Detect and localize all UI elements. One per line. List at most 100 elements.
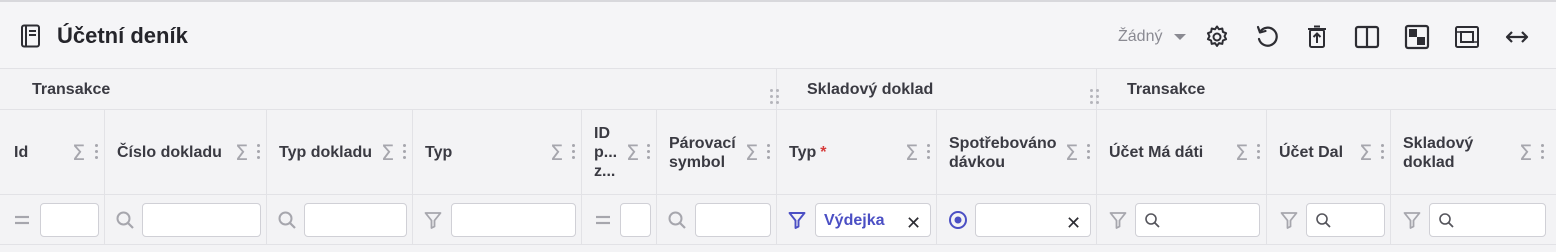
search-icon[interactable] xyxy=(115,210,135,230)
column-header-parovaci-symbol[interactable]: Párovací symbol Σ xyxy=(657,110,777,195)
filter-cell-ucet-dal xyxy=(1267,195,1391,245)
fit-icon[interactable] xyxy=(1454,24,1480,50)
column-header-typ[interactable]: Typ Σ xyxy=(413,110,582,195)
filter-input-ucet-ma-dati[interactable] xyxy=(1135,203,1260,237)
more-icon[interactable] xyxy=(1257,144,1260,160)
filter-input-spotrebovano-davkou[interactable]: ✕ xyxy=(975,203,1091,237)
column-header-ucet-dal[interactable]: Účet Dal Σ xyxy=(1267,110,1391,195)
column-header-typ-dokladu[interactable]: Typ dokladu Σ xyxy=(267,110,413,195)
more-icon[interactable] xyxy=(403,144,406,160)
search-icon[interactable] xyxy=(667,210,687,230)
sigma-icon[interactable]: Σ xyxy=(905,141,918,165)
chevron-down-icon[interactable] xyxy=(1174,34,1186,40)
equals-icon[interactable] xyxy=(12,210,32,230)
group-header-transakce: Transakce xyxy=(1127,81,1206,98)
filter-cell-ucet-ma-dati xyxy=(1097,195,1267,245)
more-icon[interactable] xyxy=(95,144,98,160)
column-label: Typ dokladu xyxy=(279,144,373,161)
column-header-id[interactable]: Id Σ xyxy=(0,110,105,195)
more-icon[interactable] xyxy=(1541,144,1544,160)
filter-cell-spotrebovano-davkou: ✕ xyxy=(937,195,1097,245)
column-header-typ-skladovy[interactable]: Typ * Σ xyxy=(777,110,937,195)
filter-input-typ[interactable] xyxy=(451,203,576,237)
filter-input-skladovy-doklad[interactable] xyxy=(1429,203,1546,237)
sigma-icon[interactable]: Σ xyxy=(1519,141,1532,165)
more-icon[interactable] xyxy=(647,144,650,160)
expand-width-icon[interactable] xyxy=(1504,24,1530,50)
filter-cell-typ-skladovy: Výdejka ✕ xyxy=(777,195,937,245)
filter-selected-value: Výdejka xyxy=(824,212,885,229)
group-header-transakce: Transakce xyxy=(32,81,111,98)
more-icon[interactable] xyxy=(927,144,930,160)
column-label: Účet Má dáti xyxy=(1109,144,1204,161)
search-icon xyxy=(1145,213,1160,228)
sigma-icon[interactable]: Σ xyxy=(1235,141,1248,165)
column-header-spotrebovano-davkou[interactable]: Spotřebováno dávkou Σ xyxy=(937,110,1097,195)
filter-input-typ-dokladu[interactable] xyxy=(304,203,407,237)
filter-input-id[interactable] xyxy=(40,203,99,237)
sigma-icon[interactable]: Σ xyxy=(550,141,563,165)
filter-cell-typ xyxy=(413,195,582,245)
filter-cell-typ-dokladu xyxy=(267,195,413,245)
close-icon[interactable]: ✕ xyxy=(906,213,921,234)
export-icon[interactable] xyxy=(1304,24,1330,50)
funnel-icon[interactable] xyxy=(423,210,443,230)
equals-icon[interactable] xyxy=(593,210,613,230)
group-header-skladovy-doklad: Skladový doklad xyxy=(807,81,934,98)
filter-input-ucet-dal[interactable] xyxy=(1306,203,1385,237)
filter-cell-parovaci-symbol xyxy=(657,195,777,245)
more-icon[interactable] xyxy=(257,144,260,160)
reset-icon[interactable] xyxy=(1254,24,1280,50)
column-header-id-parent[interactable]: ID p... z... Σ xyxy=(582,110,657,195)
filter-cell-id-parent xyxy=(582,195,657,245)
filter-cell-skladovy-doklad xyxy=(1391,195,1556,245)
sigma-icon[interactable]: Σ xyxy=(1359,141,1372,165)
funnel-icon[interactable] xyxy=(1402,210,1422,230)
search-icon xyxy=(1439,213,1454,228)
drag-handle-icon[interactable] xyxy=(1090,89,1100,105)
saved-filter-select[interactable]: Žádný xyxy=(1118,28,1162,46)
filter-input-id-parent[interactable] xyxy=(620,203,651,237)
column-header-cislo-dokladu[interactable]: Číslo dokladu Σ xyxy=(105,110,267,195)
search-icon[interactable] xyxy=(277,210,297,230)
column-label: Typ * xyxy=(789,110,827,195)
grid-body-edge xyxy=(0,245,1556,252)
funnel-icon[interactable] xyxy=(1108,210,1128,230)
column-label: Účet Dal xyxy=(1279,144,1344,161)
filter-input-parovaci-symbol[interactable] xyxy=(695,203,771,237)
search-icon xyxy=(1316,213,1331,228)
sigma-icon[interactable]: Σ xyxy=(1065,141,1078,165)
column-label-text: Typ xyxy=(789,144,817,161)
sigma-icon[interactable]: Σ xyxy=(626,141,639,165)
column-header-skladovy-doklad[interactable]: Skladový doklad Σ xyxy=(1391,110,1556,195)
column-label: Číslo dokladu xyxy=(117,144,222,161)
close-icon[interactable]: ✕ xyxy=(1066,213,1081,234)
page-title: Účetní deník xyxy=(57,23,188,48)
radio-icon[interactable] xyxy=(948,210,968,230)
more-icon[interactable] xyxy=(1381,144,1384,160)
funnel-icon[interactable] xyxy=(1279,210,1299,230)
more-icon[interactable] xyxy=(572,144,575,160)
column-group-row: Transakce Skladový doklad Transakce xyxy=(0,69,1556,110)
sigma-icon[interactable]: Σ xyxy=(235,141,248,165)
column-label: Id xyxy=(14,144,29,161)
filter-input-cislo-dokladu[interactable] xyxy=(142,203,261,237)
column-header-ucet-ma-dati[interactable]: Účet Má dáti Σ xyxy=(1097,110,1267,195)
filter-select-typ-skladovy[interactable]: Výdejka ✕ xyxy=(815,203,931,237)
pattern-icon[interactable] xyxy=(1404,24,1430,50)
sigma-icon[interactable]: Σ xyxy=(381,141,394,165)
journal-icon xyxy=(21,24,40,48)
funnel-icon[interactable] xyxy=(787,210,807,230)
split-view-icon[interactable] xyxy=(1354,24,1380,50)
column-label: Skladový doklad xyxy=(1403,134,1474,171)
settings-icon[interactable] xyxy=(1204,24,1230,50)
sigma-icon[interactable]: Σ xyxy=(72,141,85,165)
filter-cell-id xyxy=(0,195,105,245)
more-icon[interactable] xyxy=(1087,144,1090,160)
filter-cell-cislo-dokladu xyxy=(105,195,267,245)
column-label: Typ xyxy=(425,144,453,161)
sigma-icon[interactable]: Σ xyxy=(745,141,758,165)
drag-handle-icon[interactable] xyxy=(770,89,780,105)
more-icon[interactable] xyxy=(767,144,770,160)
filter-row: Výdejka ✕ ✕ xyxy=(0,195,1556,245)
